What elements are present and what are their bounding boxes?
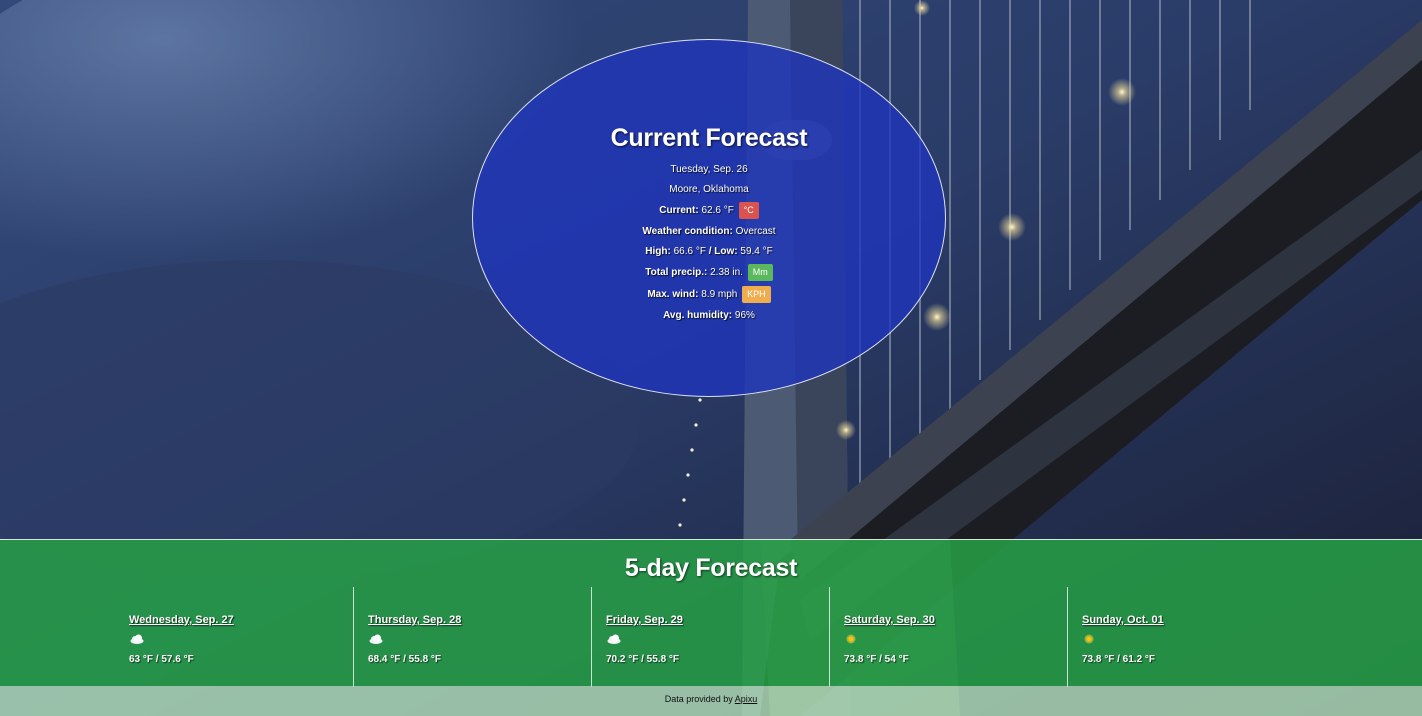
five-day-list: Wednesday, Sep. 27 63 °F / 57.6 °F Thurs… <box>115 587 1307 687</box>
low-label: / Low: <box>708 246 738 257</box>
current-temp-value: 62.6 °F <box>701 205 734 216</box>
current-forecast-title: Current Forecast <box>610 124 808 152</box>
current-date: Tuesday, Sep. 26 <box>670 164 748 175</box>
precip-row: Total precip.: 2.38 in. Mm <box>473 262 945 283</box>
day-temps: 70.2 °F / 55.8 °F <box>606 654 680 665</box>
day-date: Friday, Sep. 29 <box>606 614 683 626</box>
current-temp-row: Current: 62.6 °F °C <box>473 200 945 221</box>
five-day-forecast-panel: 5-day Forecast Wednesday, Sep. 27 63 °F … <box>0 539 1422 687</box>
wind-row: Max. wind: 8.9 mph KPH <box>473 284 945 305</box>
condition-row: Weather condition: Overcast <box>473 222 945 241</box>
celsius-toggle-button[interactable]: °C <box>738 201 759 219</box>
current-temp-label: Current: <box>659 205 699 216</box>
wind-label: Max. wind: <box>647 289 699 300</box>
day-card: Wednesday, Sep. 27 63 °F / 57.6 °F <box>115 587 353 687</box>
day-card: Sunday, Oct. 01 73.8 °F / 61.2 °F <box>1067 587 1305 687</box>
day-card: Friday, Sep. 29 70.2 °F / 55.8 °F <box>591 587 829 687</box>
current-location: Moore, Oklahoma <box>669 184 749 195</box>
precip-label: Total precip.: <box>645 267 708 278</box>
cloud-icon <box>606 632 829 646</box>
high-label: High: <box>645 246 671 257</box>
day-date: Wednesday, Sep. 27 <box>129 614 234 626</box>
day-date: Saturday, Sep. 30 <box>844 614 935 626</box>
day-temps: 68.4 °F / 55.8 °F <box>368 654 442 665</box>
day-temps: 63 °F / 57.6 °F <box>129 654 194 665</box>
day-card: Saturday, Sep. 30 73.8 °F / 54 °F <box>829 587 1067 687</box>
humidity-value: 96% <box>734 310 755 321</box>
day-card: Thursday, Sep. 28 68.4 °F / 55.8 °F <box>353 587 591 687</box>
condition-label: Weather condition: <box>642 226 733 237</box>
condition-value: Overcast <box>735 226 776 237</box>
day-temps: 73.8 °F / 61.2 °F <box>1082 654 1156 665</box>
current-forecast-panel: Current Forecast Tuesday, Sep. 26 Moore,… <box>472 39 946 397</box>
humidity-row: Avg. humidity: 96% <box>473 306 945 325</box>
footer: Data provided by Apixu <box>0 686 1422 716</box>
wind-value: 8.9 mph <box>701 289 738 300</box>
apixu-link[interactable]: Apixu <box>735 694 758 704</box>
footer-text: Data provided by <box>664 694 733 704</box>
kph-toggle-button[interactable]: KPH <box>742 285 771 303</box>
day-date: Sunday, Oct. 01 <box>1082 614 1164 626</box>
low-value: 59.4 °F <box>740 246 773 257</box>
high-low-row: High: 66.6 °F / Low: 59.4 °F <box>473 242 945 261</box>
cloud-icon <box>368 632 591 646</box>
humidity-label: Avg. humidity: <box>663 310 733 321</box>
cloud-icon <box>129 632 353 646</box>
day-date: Thursday, Sep. 28 <box>368 614 462 626</box>
five-day-title: 5-day Forecast <box>624 554 798 582</box>
sun-icon <box>844 632 1067 646</box>
day-temps: 73.8 °F / 54 °F <box>844 654 909 665</box>
mm-toggle-button[interactable]: Mm <box>747 263 773 281</box>
sun-icon <box>1082 632 1305 646</box>
high-value: 66.6 °F <box>673 246 706 257</box>
precip-value: 2.38 in. <box>710 267 743 278</box>
